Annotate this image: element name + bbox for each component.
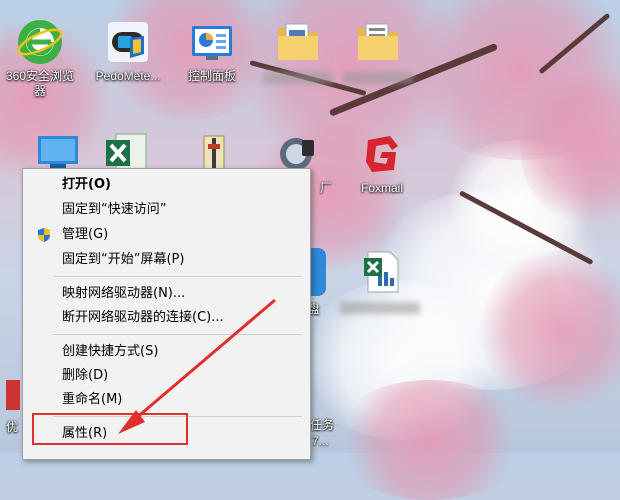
- annotation-arrow: [118, 298, 276, 434]
